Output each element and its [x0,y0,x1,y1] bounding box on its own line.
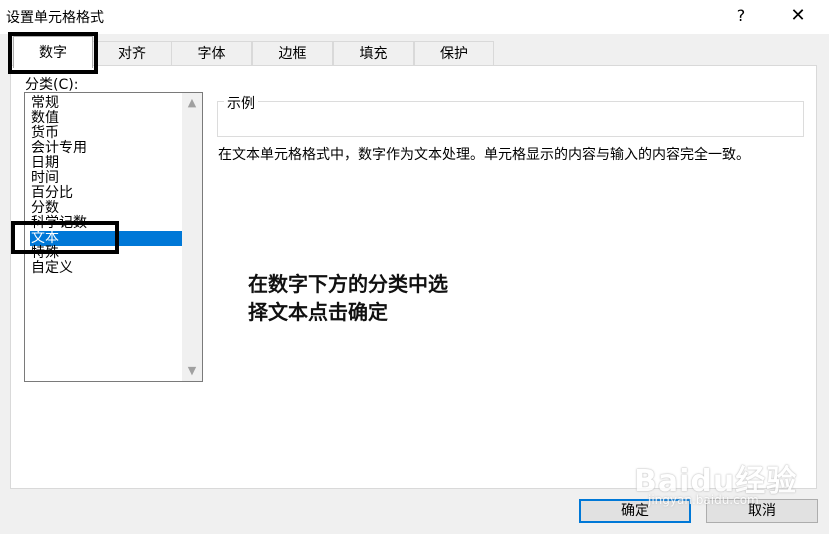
tab-protection[interactable]: 保护 [414,41,494,65]
list-item[interactable]: 分数 [30,201,182,216]
list-item[interactable]: 会计专用 [30,141,182,156]
close-icon[interactable]: ✕ [784,3,812,29]
tab-border[interactable]: 边框 [252,41,333,65]
tab-font[interactable]: 字体 [171,41,252,65]
category-label: 分类(C): [25,77,79,93]
sample-label: 示例 [224,93,258,113]
annotation-line: 在数字下方的分类中选 [248,272,448,296]
chevron-up-icon[interactable]: ▲ [182,93,202,113]
title-bar: 设置单元格格式 ? ✕ [0,0,829,34]
tab-alignment[interactable]: 对齐 [92,41,172,65]
tab-fill[interactable]: 填充 [333,41,414,65]
help-icon[interactable]: ? [728,3,754,29]
format-description: 在文本单元格格式中，数字作为文本处理。单元格显示的内容与输入的内容完全一致。 [218,147,750,163]
list-scrollbar[interactable]: ▲ ▼ [182,93,202,381]
tutorial-annotation: 在数字下方的分类中选 择文本点击确定 [248,270,508,326]
annotation-line: 择文本点击确定 [248,300,388,324]
list-item[interactable]: 数值 [30,111,182,126]
highlight-box-text-item [11,221,119,254]
list-item[interactable]: 自定义 [30,261,182,276]
list-item[interactable]: 日期 [30,156,182,171]
chevron-down-icon[interactable]: ▼ [182,361,202,381]
watermark-url: jingyan.baidu.com [648,493,759,507]
sample-box [217,101,804,137]
list-item[interactable]: 货币 [30,126,182,141]
list-item[interactable]: 时间 [30,171,182,186]
list-item[interactable]: 常规 [30,96,182,111]
dialog-title: 设置单元格格式 [6,10,104,26]
list-item[interactable]: 百分比 [30,186,182,201]
tab-number[interactable]: 数字 [13,36,93,68]
